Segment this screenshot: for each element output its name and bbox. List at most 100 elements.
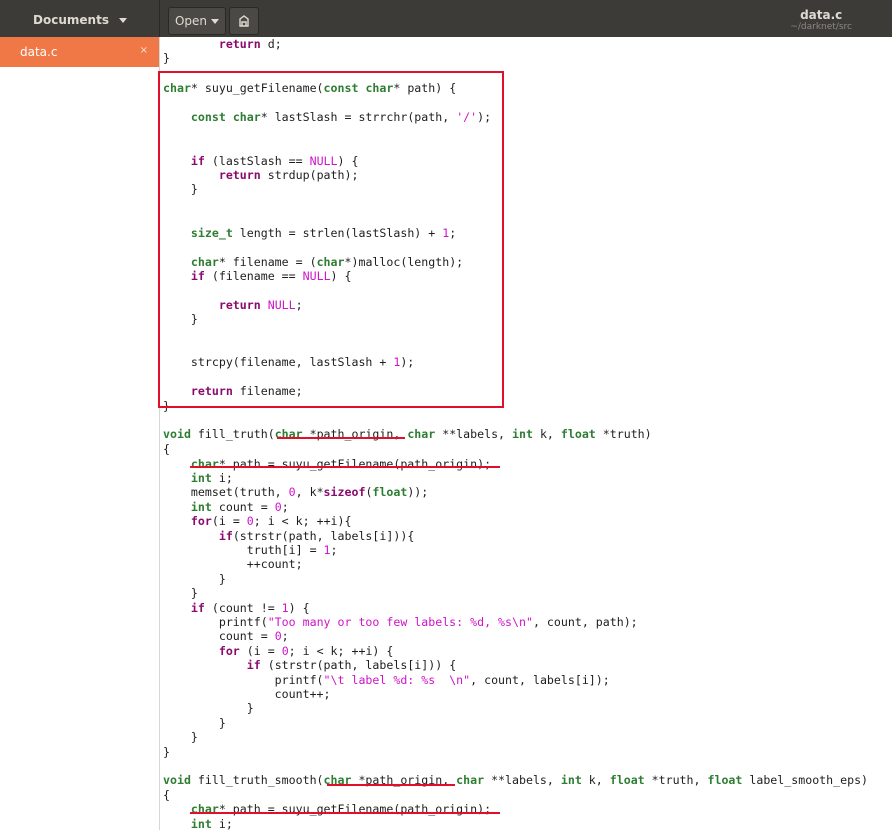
code-token: ; i < k; ++i) {	[288, 644, 394, 658]
code-line: }	[163, 572, 226, 586]
code-line: }	[163, 730, 198, 744]
code-editor[interactable]: return d;} char * suyu_getFilename(const c…	[160, 37, 892, 830]
code-token: (i =	[211, 514, 247, 528]
code-token: {	[163, 442, 170, 456]
code-token: * path = suyu_getFilename(path_origin);	[218, 802, 492, 816]
code-token: }	[163, 701, 254, 715]
code-line: int count = 0;	[163, 500, 289, 514]
code-token: memset(truth,	[163, 485, 289, 499]
code-token: strcpy(filename, lastSlash +	[163, 355, 394, 369]
code-token: (i =	[239, 644, 282, 658]
code-token: char	[407, 427, 436, 441]
documents-sidebar: data.c ×	[0, 37, 160, 830]
code-token: }	[163, 312, 198, 326]
code-token: if	[190, 269, 205, 283]
code-token: const	[323, 81, 359, 95]
code-token: return	[190, 384, 233, 398]
code-token: }	[163, 51, 170, 65]
code-token: int	[190, 500, 212, 514]
code-token: void	[163, 427, 191, 441]
document-tab-data-c[interactable]: data.c ×	[0, 37, 159, 67]
code-token: }	[163, 716, 226, 730]
code-token: char	[323, 773, 352, 787]
code-token: k,	[581, 773, 610, 787]
code-line: }	[163, 745, 170, 759]
documents-label: Documents	[33, 13, 109, 27]
code-line: if (strstr(path, labels[i])) {	[163, 658, 456, 672]
window-title-area: data.c ~/darknet/src	[790, 8, 852, 33]
code-token: {	[163, 788, 170, 802]
open-button[interactable]: Open	[168, 7, 226, 35]
code-token: 0	[288, 485, 296, 499]
code-token: 0	[246, 514, 254, 528]
code-token: *path_origin,	[351, 773, 457, 787]
code-token: 0	[274, 500, 282, 514]
code-token: int	[512, 427, 533, 441]
code-line: return NULL;	[163, 298, 303, 312]
code-token: ;	[330, 543, 338, 557]
code-line: count++;	[163, 687, 331, 701]
code-token: '/'	[456, 110, 478, 124]
code-token: strdup(path);	[260, 168, 359, 182]
documents-menu-button[interactable]: Documents	[26, 8, 134, 32]
code-line: return d;	[163, 37, 282, 51]
code-line: }	[163, 399, 170, 413]
code-token: count =	[163, 629, 275, 643]
code-token: char	[190, 457, 219, 471]
code-token: filename;	[232, 384, 303, 398]
code-token: NULL	[309, 154, 338, 168]
code-line: }	[163, 51, 170, 65]
code-line: char* filename = (char*)malloc(length);	[163, 255, 463, 269]
code-line: }	[163, 182, 198, 196]
code-line: ++count;	[163, 557, 303, 571]
code-token: if	[190, 601, 205, 615]
code-line: char* path = suyu_getFilename(path_origi…	[163, 457, 491, 471]
code-token: char	[456, 773, 485, 787]
code-line: strcpy(filename, lastSlash + 1);	[163, 355, 414, 369]
code-token: }	[163, 399, 170, 413]
code-line: int i;	[163, 817, 233, 830]
code-token: count =	[211, 500, 275, 514]
window-subtitle: ~/darknet/src	[790, 22, 852, 32]
code-line: }	[163, 312, 198, 326]
code-token: * suyu_getFilename(	[190, 81, 324, 95]
close-icon[interactable]: ×	[140, 45, 148, 56]
new-document-button[interactable]	[229, 7, 259, 35]
code-line: void fill_truth(char *path_origin, char …	[163, 427, 652, 441]
code-line: if (lastSlash == NULL) {	[163, 154, 359, 168]
code-token: truth[i] =	[163, 543, 324, 557]
code-token: char	[190, 255, 219, 269]
code-token: int	[190, 817, 212, 830]
code-token: 1	[323, 543, 331, 557]
code-token: d;	[260, 37, 282, 51]
code-token: (lastSlash ==	[204, 154, 310, 168]
code-token: ++count;	[163, 557, 303, 571]
code-line: if (count != 1) {	[163, 601, 310, 615]
code-token: }	[163, 730, 198, 744]
code-token: if	[190, 154, 205, 168]
code-token: void	[163, 773, 191, 787]
code-token: * path) {	[393, 81, 457, 95]
code-token: );	[477, 110, 492, 124]
code-token: 1	[281, 601, 289, 615]
code-token: * lastSlash = strrchr(path,	[260, 110, 457, 124]
code-token: label_smooth_eps)	[742, 773, 869, 787]
code-token: if	[246, 658, 261, 672]
code-token: i;	[211, 471, 233, 485]
code-line: for(i = 0; i < k; ++i){	[163, 514, 352, 528]
code-token: count++;	[163, 687, 331, 701]
code-token: printf(	[163, 615, 268, 629]
code-token: * path = suyu_getFilename(path_origin);	[218, 457, 492, 471]
code-token: , k*	[295, 485, 324, 499]
